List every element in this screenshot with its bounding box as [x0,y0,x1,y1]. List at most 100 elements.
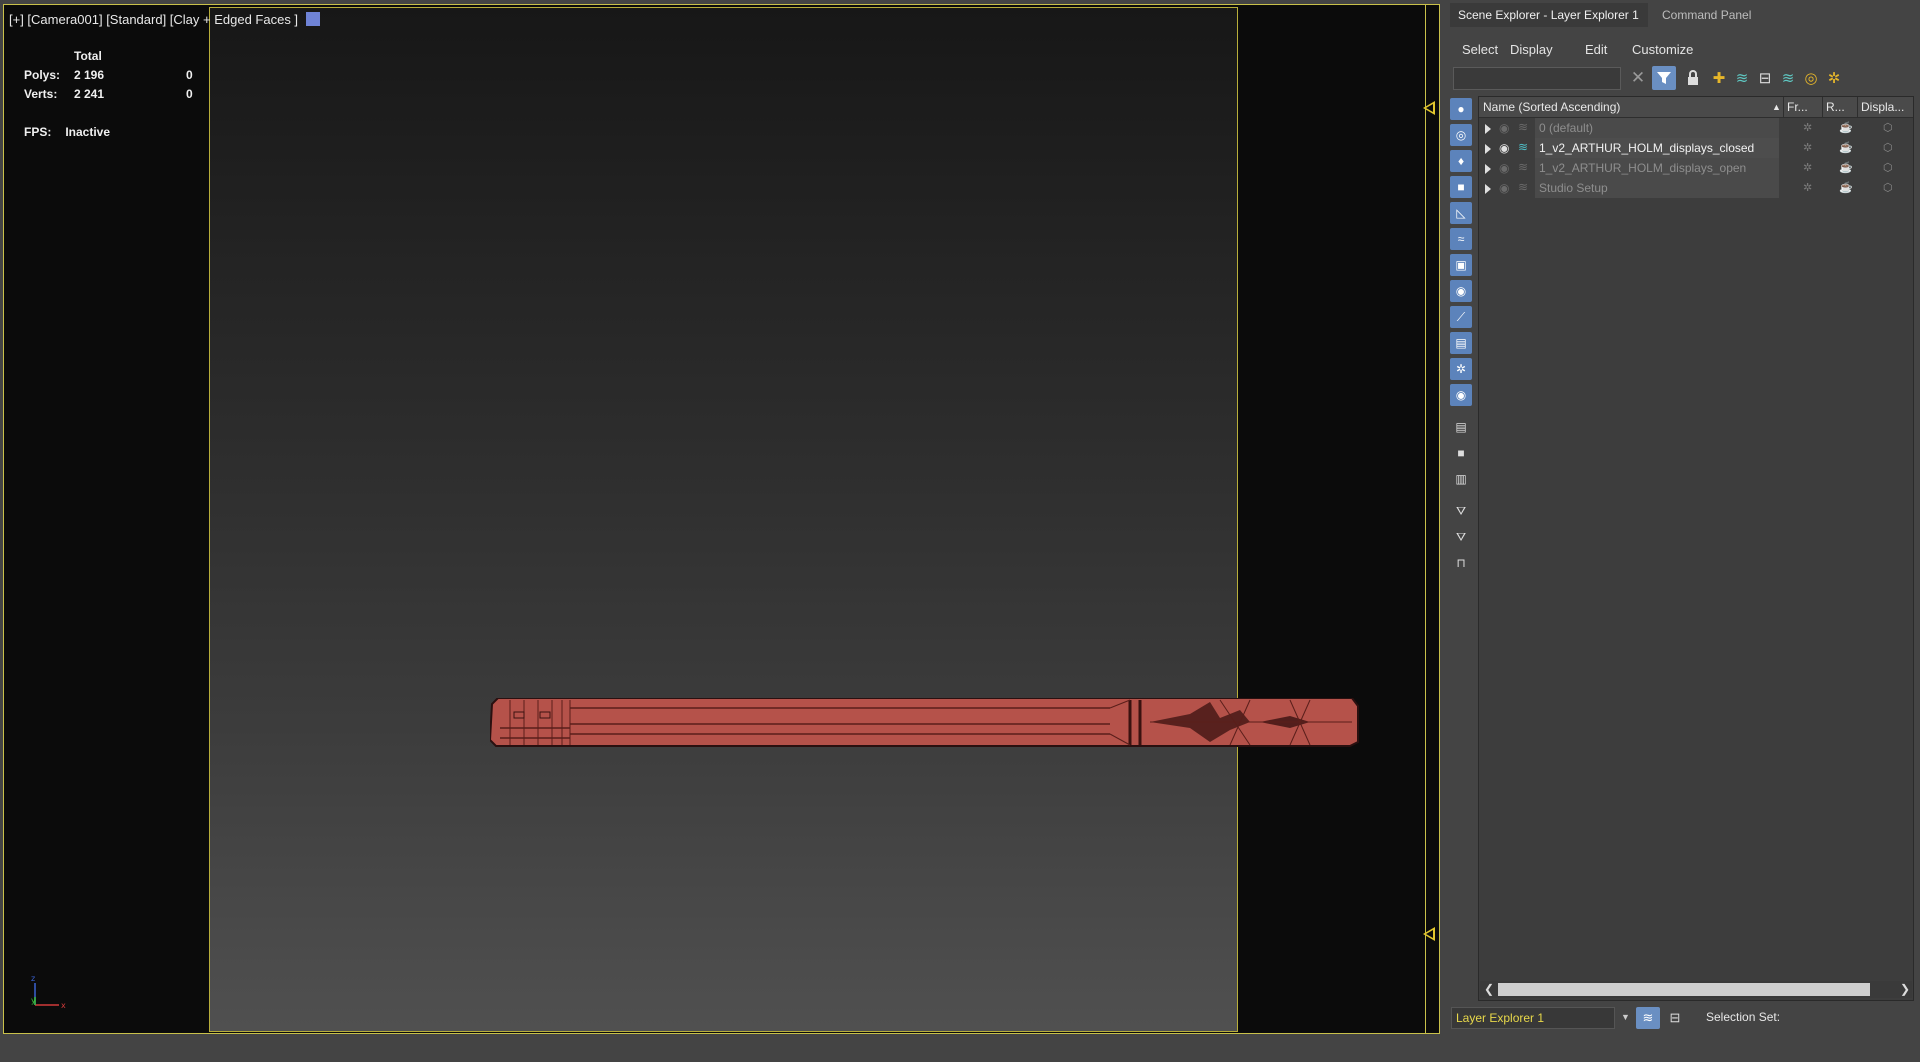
active-layer-icon[interactable]: ≋ [1518,140,1534,156]
scrollbar-thumb[interactable] [1498,983,1870,996]
chevron-down-icon[interactable]: ▼ [1621,1012,1630,1022]
freeze-icon[interactable]: ✲ [1803,161,1812,174]
layer-row[interactable]: ◉ ≋ Studio Setup ✲ ☕ ⬡ [1479,178,1913,198]
freeze-icon[interactable]: ✲ [1803,181,1812,194]
display-box-icon[interactable]: ⬡ [1883,141,1893,154]
visibility-eye-icon[interactable]: ◉ [1499,181,1515,195]
display-bones-icon[interactable]: ⟋ [1450,306,1472,328]
display-groups-icon[interactable]: ▣ [1450,254,1472,276]
sort-by-layers-button[interactable]: ≋ [1636,1007,1660,1029]
axis-x-label: x [61,1001,66,1010]
display-box-icon[interactable]: ⬡ [1883,181,1893,194]
column-separator [1783,97,1784,117]
add-to-layer-icon[interactable]: ≋ [1730,66,1754,90]
display-none-icon[interactable]: ■ [1450,442,1472,464]
render-teapot-icon[interactable]: ☕ [1839,121,1853,134]
display-frozen-icon[interactable]: ✲ [1450,358,1472,380]
expand-arrow-icon[interactable] [1485,124,1491,134]
tree-header: Name (Sorted Ascending) ▲ Fr... R... Dis… [1479,97,1913,118]
render-teapot-icon[interactable]: ☕ [1839,161,1853,174]
display-bar-model[interactable] [490,698,1360,748]
expand-arrow-icon[interactable] [1485,184,1491,194]
layer-stack-icon[interactable]: ≋ [1518,160,1534,176]
render-teapot-icon[interactable]: ☕ [1839,141,1853,154]
layer-row[interactable]: ◉ ≋ 1_v2_ARTHUR_HOLM_displays_open ✲ ☕ ⬡ [1479,158,1913,178]
display-all-icon[interactable]: ▤ [1450,416,1472,438]
display-box-icon[interactable]: ⬡ [1883,161,1893,174]
viewport-color-swatch[interactable] [306,12,321,26]
stats-polys-selected: 0 [186,68,193,82]
layer-stack-icon[interactable]: ≋ [1518,180,1534,196]
layer-tree[interactable]: Name (Sorted Ascending) ▲ Fr... R... Dis… [1478,96,1914,1001]
display-geometry-icon[interactable]: ● [1450,98,1472,120]
column-freeze-header[interactable]: Fr... [1787,100,1808,114]
sort-by-hierarchy-button[interactable]: ⊟ [1664,1007,1686,1029]
explorer-name-dropdown[interactable]: Layer Explorer 1 [1451,1007,1615,1029]
scroll-left-icon[interactable]: ❮ [1484,982,1494,996]
display-cameras-icon[interactable]: ■ [1450,176,1472,198]
scroll-right-icon[interactable]: ❯ [1900,982,1910,996]
column-separator [1822,97,1823,117]
render-teapot-icon[interactable]: ☕ [1839,181,1853,194]
menu-display[interactable]: Display [1510,42,1553,57]
clear-search-icon[interactable]: ✕ [1626,66,1650,90]
display-box-icon[interactable]: ⬡ [1883,121,1893,134]
invert-display-icon[interactable]: ▥ [1450,468,1472,490]
tab-command-panel[interactable]: Command Panel [1654,3,1759,27]
menu-select[interactable]: Select [1462,42,1498,57]
fps-value: Inactive [65,125,111,139]
layer-name[interactable]: 0 (default) [1535,118,1779,138]
filter-toggle-icon[interactable] [1652,66,1676,90]
viewport-label-text[interactable]: [+] [Camera001] [Standard] [Clay + Edged… [9,12,298,27]
display-spacewarps-icon[interactable]: ≈ [1450,228,1472,250]
layer-stack-icon[interactable]: ≋ [1518,120,1534,136]
column-render-header[interactable]: R... [1826,100,1845,114]
layer-name[interactable]: Studio Setup [1535,178,1779,198]
layer-row[interactable]: ◉ ≋ 0 (default) ✲ ☕ ⬡ [1479,118,1913,138]
new-layer-icon[interactable]: ✚ [1707,66,1731,90]
expand-arrow-icon[interactable] [1485,144,1491,154]
menu-customize[interactable]: Customize [1632,42,1693,57]
viewport-label-menu[interactable]: [+] [Camera001] [Standard] [Clay + Edged… [9,12,321,27]
panel-tabs: Scene Explorer - Layer Explorer 1 Comman… [1446,3,1920,27]
lock-icon[interactable] [1681,66,1705,90]
column-display-header[interactable]: Displa... [1861,100,1904,114]
search-input[interactable] [1453,67,1621,90]
freeze-layer-icon[interactable]: ✲ [1822,66,1846,90]
visibility-eye-icon[interactable]: ◉ [1499,121,1515,135]
display-containers-icon[interactable]: ▤ [1450,332,1472,354]
display-hidden-icon[interactable]: ◉ [1450,384,1472,406]
layer-stack-icon[interactable]: ≋ [1776,66,1800,90]
layer-name[interactable]: 1_v2_ARTHUR_HOLM_displays_open [1535,158,1779,178]
stats-polys-value: 2 196 [74,68,105,82]
stats-verts-selected: 0 [186,87,193,101]
horizontal-scrollbar[interactable]: ❮ ❯ [1480,981,1912,998]
layer-row[interactable]: ◉ ≋ 1_v2_ARTHUR_HOLM_displays_closed ✲ ☕… [1479,138,1913,158]
highlight-layer-icon[interactable]: ◎ [1799,66,1823,90]
display-shapes-icon[interactable]: ◎ [1450,124,1472,146]
display-lights-icon[interactable]: ♦ [1450,150,1472,172]
display-xrefs-icon[interactable]: ◉ [1450,280,1472,302]
column-name-header[interactable]: Name (Sorted Ascending) [1483,100,1620,114]
stats-polys-label: Polys: [24,68,61,82]
fps-label: FPS: [24,125,52,139]
hierarchy-icon[interactable]: ⊟ [1753,66,1777,90]
filter-settings-icon[interactable]: ⛛ [1450,500,1472,522]
menu-edit[interactable]: Edit [1585,42,1607,57]
axis-tripod-icon: x z y [31,974,66,1010]
expand-arrow-icon[interactable] [1485,164,1491,174]
viewport-splitter-line [1425,5,1426,1033]
column-separator [1857,97,1858,117]
visibility-eye-icon[interactable]: ◉ [1499,141,1515,155]
display-helpers-icon[interactable]: ◺ [1450,202,1472,224]
visibility-eye-icon[interactable]: ◉ [1499,161,1515,175]
layer-name[interactable]: 1_v2_ARTHUR_HOLM_displays_closed [1535,138,1779,158]
filter-funnel-icon[interactable]: ⛛ [1450,526,1472,548]
freeze-icon[interactable]: ✲ [1803,141,1812,154]
safe-frame [209,7,1359,1032]
selection-set-label: Selection Set: [1706,1010,1781,1024]
camera-viewport[interactable]: [+] [Camera001] [Standard] [Clay + Edged… [3,4,1440,1034]
tab-scene-explorer[interactable]: Scene Explorer - Layer Explorer 1 [1450,3,1648,27]
container-icon[interactable]: ⊓ [1450,552,1472,574]
freeze-icon[interactable]: ✲ [1803,121,1812,134]
